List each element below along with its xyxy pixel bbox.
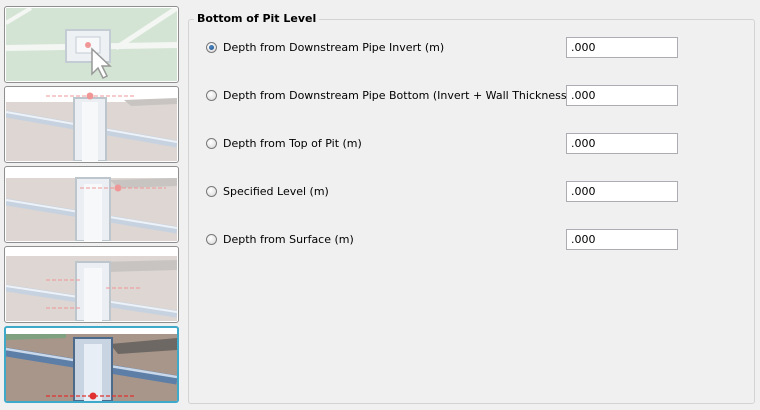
depth-from-downstream-invert-field[interactable]	[566, 37, 678, 58]
section-pipe-bottom-icon	[6, 168, 177, 241]
thumbnail-section-pipe-bottom[interactable]	[4, 166, 179, 243]
option-depth-from-top-of-pit[interactable]: Depth from Top of Pit (m)	[206, 136, 362, 150]
option-label: Depth from Top of Pit (m)	[223, 136, 362, 150]
bottom-of-pit-level-group	[188, 19, 755, 404]
option-depth-from-downstream-invert[interactable]: Depth from Downstream Pipe Invert (m)	[206, 40, 444, 54]
radio-specified-level[interactable]	[206, 185, 217, 197]
radio-depth-from-downstream-pipe-bottom[interactable]	[206, 89, 217, 101]
option-depth-from-surface[interactable]: Depth from Surface (m)	[206, 232, 354, 246]
option-label: Depth from Surface (m)	[223, 232, 354, 246]
section-top-of-pit-icon	[6, 248, 177, 321]
option-label: Specified Level (m)	[223, 184, 329, 198]
option-specified-level[interactable]: Specified Level (m)	[206, 184, 329, 198]
section-pit-bottom-icon	[6, 328, 177, 401]
thumbnail-section-top-of-pit[interactable]	[4, 246, 179, 323]
section-invert-icon	[6, 88, 177, 161]
thumbnail-plan-view[interactable]	[4, 6, 179, 83]
option-label: Depth from Downstream Pipe Bottom (Inver…	[223, 88, 594, 102]
plan-view-pit-icon	[6, 8, 177, 81]
radio-depth-from-top-of-pit[interactable]	[206, 137, 217, 149]
option-depth-from-downstream-pipe-bottom[interactable]: Depth from Downstream Pipe Bottom (Inver…	[206, 88, 594, 102]
radio-depth-from-surface[interactable]	[206, 233, 217, 245]
specified-level-field[interactable]	[566, 181, 678, 202]
option-label: Depth from Downstream Pipe Invert (m)	[223, 40, 445, 54]
depth-from-top-of-pit-field[interactable]	[566, 133, 678, 154]
radio-depth-from-downstream-invert[interactable]	[206, 41, 217, 53]
depth-from-downstream-pipe-bottom-field[interactable]	[566, 85, 678, 106]
thumbnail-section-invert[interactable]	[4, 86, 179, 163]
depth-from-surface-field[interactable]	[566, 229, 678, 250]
thumbnail-section-pit-bottom[interactable]	[4, 326, 179, 403]
group-title: Bottom of Pit Level	[194, 12, 320, 26]
